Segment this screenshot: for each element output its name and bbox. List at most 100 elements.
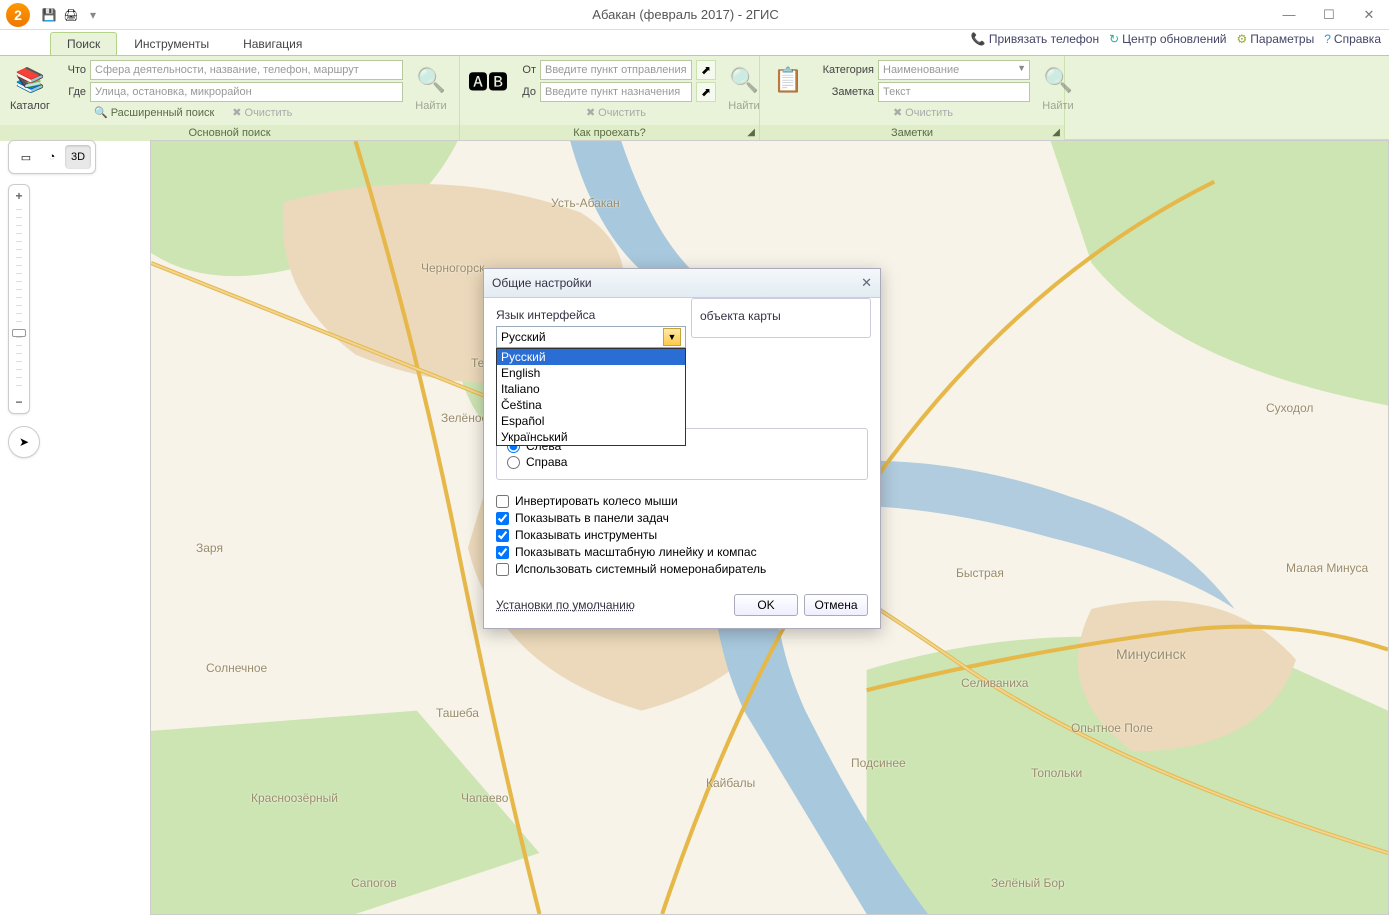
language-combo[interactable]: Русский ▼ Русский English Italiano Češti… bbox=[496, 326, 686, 348]
view-globe-button[interactable]: ◔ bbox=[39, 145, 65, 169]
clear-route-button[interactable]: ✖Очистить bbox=[582, 104, 650, 121]
map-label: Усть-Абакан bbox=[551, 196, 620, 210]
map-label: Быстрая bbox=[956, 566, 1004, 580]
link-bind-phone[interactable]: 📞Привязать телефон bbox=[971, 32, 1099, 46]
lang-option[interactable]: Español bbox=[497, 413, 685, 429]
zoom-out-button[interactable]: − bbox=[10, 393, 28, 411]
chk-invert-wheel[interactable] bbox=[496, 495, 509, 508]
chk-dialer[interactable] bbox=[496, 563, 509, 576]
close-button[interactable]: ✕ bbox=[1349, 1, 1389, 29]
chk-ruler-label: Показывать масштабную линейку и компас bbox=[515, 545, 757, 559]
chk-tools[interactable] bbox=[496, 529, 509, 542]
note-input[interactable] bbox=[878, 82, 1030, 102]
from-label: От bbox=[516, 64, 536, 76]
notes-icon: 📋 bbox=[770, 62, 806, 98]
zoom-in-button[interactable]: + bbox=[10, 187, 28, 205]
lang-option[interactable]: Український bbox=[497, 429, 685, 445]
eraser-icon: ✖ bbox=[232, 106, 241, 119]
map-label: Чапаево bbox=[461, 791, 508, 805]
magnifier-icon: 🔍 bbox=[94, 106, 108, 119]
magnifier-icon: 🔍 bbox=[726, 62, 762, 98]
lang-option[interactable]: English bbox=[497, 365, 685, 381]
chk-dialer-label: Использовать системный номеронабиратель bbox=[515, 562, 766, 576]
chk-tools-label: Показывать инструменты bbox=[515, 528, 657, 542]
from-pick-button[interactable]: ⬈ bbox=[696, 60, 716, 80]
lang-option[interactable]: Čeština bbox=[497, 397, 685, 413]
to-input[interactable] bbox=[540, 82, 692, 102]
map-label: Кайбалы bbox=[706, 776, 755, 790]
map-label: Заря bbox=[196, 541, 223, 555]
find-search-button[interactable]: 🔍 Найти bbox=[409, 60, 453, 114]
category-input[interactable] bbox=[878, 60, 1030, 80]
find-notes-button[interactable]: 🔍 Найти bbox=[1036, 60, 1080, 114]
tab-navigation[interactable]: Навигация bbox=[226, 32, 319, 55]
settings-dialog: Общие настройки ✕ Язык интерфейса Русски… bbox=[483, 268, 881, 629]
compass-icon: ➤ bbox=[19, 435, 29, 449]
help-icon: ? bbox=[1324, 32, 1331, 46]
map-label: Топольки bbox=[1031, 766, 1082, 780]
link-parameters[interactable]: ⚙Параметры bbox=[1237, 32, 1315, 46]
find-route-button[interactable]: 🔍 Найти bbox=[722, 60, 766, 114]
qat-print-icon[interactable]: 🖨 bbox=[62, 6, 80, 24]
map-label: Опытное Поле bbox=[1071, 721, 1153, 735]
maximize-button[interactable]: ☐ bbox=[1309, 1, 1349, 29]
radio-right[interactable] bbox=[507, 456, 520, 469]
to-pick-button[interactable]: ⬈ bbox=[696, 82, 716, 102]
map-label: Сапогов bbox=[351, 876, 397, 890]
map-label: Селиваниха bbox=[961, 676, 1028, 690]
language-selected: Русский bbox=[501, 330, 546, 344]
link-update-center[interactable]: ↻Центр обновлений bbox=[1109, 32, 1226, 46]
app-logo[interactable]: 2 bbox=[6, 3, 30, 27]
cancel-button[interactable]: Отмена bbox=[804, 594, 868, 616]
titlebar: 2 💾 🖨 ▾ Абакан (февраль 2017) - 2ГИС — ☐… bbox=[0, 0, 1389, 30]
lang-option[interactable]: Italiano bbox=[497, 381, 685, 397]
where-input[interactable] bbox=[90, 82, 403, 102]
clear-notes-button[interactable]: ✖Очистить bbox=[889, 104, 957, 121]
where-label: Где bbox=[60, 86, 86, 98]
notes-panel-expand-icon[interactable]: ◢ bbox=[1052, 127, 1060, 138]
route-panel-title: Как проехать?◢ bbox=[460, 125, 759, 141]
route-panel-expand-icon[interactable]: ◢ bbox=[747, 127, 755, 138]
what-input[interactable] bbox=[90, 60, 403, 80]
chk-taskbar[interactable] bbox=[496, 512, 509, 525]
refresh-icon: ↻ bbox=[1109, 32, 1119, 46]
from-input[interactable] bbox=[540, 60, 692, 80]
lang-option[interactable]: Русский bbox=[497, 349, 685, 365]
map-label: Минусинск bbox=[1116, 646, 1186, 662]
view-3d-button[interactable]: 3D bbox=[65, 145, 91, 169]
catalog-icon: 📚 bbox=[12, 62, 48, 98]
partial-fieldset-text: объекта карты bbox=[700, 309, 781, 323]
category-label: Категория bbox=[816, 64, 874, 76]
qat-dropdown-icon[interactable]: ▾ bbox=[84, 6, 102, 24]
eraser-icon: ✖ bbox=[586, 106, 595, 119]
catalog-button[interactable]: 📚 Каталог bbox=[6, 60, 54, 114]
route-icon: 🅰🅱 bbox=[470, 62, 506, 98]
tab-tools[interactable]: Инструменты bbox=[117, 32, 226, 55]
tab-search[interactable]: Поиск bbox=[50, 32, 117, 55]
dialog-close-button[interactable]: ✕ bbox=[861, 275, 872, 291]
advanced-search-button[interactable]: 🔍Расширенный поиск bbox=[90, 104, 218, 121]
view-2d-button[interactable]: ▭ bbox=[13, 145, 39, 169]
route-ab-icon[interactable]: 🅰🅱 bbox=[466, 60, 510, 100]
notes-icon-button[interactable]: 📋 bbox=[766, 60, 810, 100]
zoom-track[interactable] bbox=[16, 209, 22, 389]
magnifier-icon: 🔍 bbox=[413, 62, 449, 98]
link-help[interactable]: ?Справка bbox=[1324, 32, 1381, 46]
note-label: Заметка bbox=[816, 86, 874, 98]
qat-save-icon[interactable]: 💾 bbox=[40, 6, 58, 24]
to-label: До bbox=[516, 86, 536, 98]
zoom-thumb[interactable] bbox=[12, 329, 26, 337]
map-label: Солнечное bbox=[206, 661, 267, 675]
defaults-link[interactable]: Установки по умолчанию bbox=[496, 598, 635, 612]
compass-button[interactable]: ➤ bbox=[8, 426, 40, 458]
chevron-down-icon[interactable]: ▼ bbox=[1017, 63, 1026, 73]
ok-button[interactable]: OK bbox=[734, 594, 798, 616]
gear-icon: ⚙ bbox=[1237, 32, 1248, 46]
clear-search-button[interactable]: ✖Очистить bbox=[228, 104, 296, 121]
chk-taskbar-label: Показывать в панели задач bbox=[515, 511, 669, 525]
top-links: 📞Привязать телефон ↻Центр обновлений ⚙Па… bbox=[971, 32, 1381, 46]
minimize-button[interactable]: — bbox=[1269, 1, 1309, 29]
chevron-down-icon[interactable]: ▼ bbox=[663, 328, 681, 346]
map-label: Малая Минуса bbox=[1286, 561, 1368, 575]
chk-ruler[interactable] bbox=[496, 546, 509, 559]
